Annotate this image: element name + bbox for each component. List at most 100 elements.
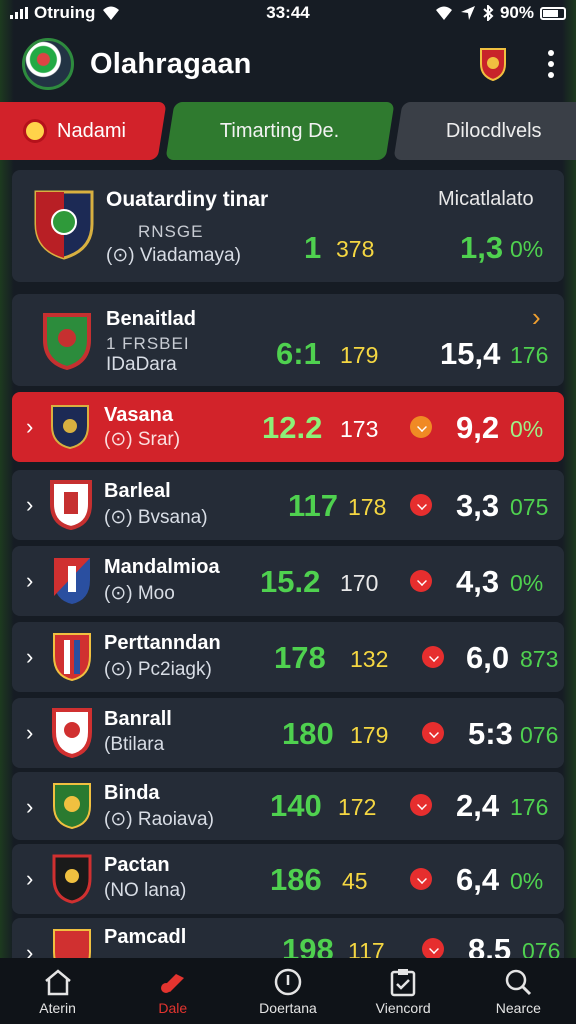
team-crest-icon	[52, 854, 92, 904]
percent-value: 176	[510, 342, 549, 368]
table-row[interactable]: › Pactan (NO lana) 186 45 6,4 0%	[12, 844, 564, 914]
trophy-icon	[22, 119, 47, 143]
status-bar: Otruing 33:44 90%	[0, 0, 576, 26]
table-row[interactable]: Benaitlad 1 FRSBEI IDaDara › 6:1 179 15,…	[12, 294, 564, 386]
chevron-right-icon[interactable]: ›	[532, 302, 541, 333]
nav-dale[interactable]: Dale	[123, 967, 223, 1016]
percent-value: 0%	[510, 868, 544, 894]
table-row[interactable]: › Banrall (Btilara 180 179 5:3 076	[12, 698, 564, 768]
team-name: Benaitlad	[106, 308, 197, 330]
trend-indicator-icon	[410, 794, 432, 816]
score-value: 178	[274, 640, 326, 675]
chevron-right-icon: ›	[26, 492, 34, 517]
team-sub: (⊙) Moo	[104, 583, 175, 604]
points-value: 178	[348, 494, 387, 520]
score-value: 12.2	[262, 410, 323, 445]
team-crest-icon	[53, 783, 91, 830]
battery-percent: 90%	[499, 3, 534, 22]
ratio-value: 15,4	[440, 336, 501, 371]
team-crest-icon	[50, 480, 92, 530]
nav-label: Viencord	[375, 999, 431, 1016]
ratio-value: 2,4	[456, 788, 500, 823]
tab-dilocdlvels[interactable]: Dilocdlvels	[393, 102, 576, 160]
chevron-right-icon: ›	[26, 794, 34, 819]
table-row[interactable]: › Barleal (⊙) Bvsana) 117 178 3,3 075	[12, 470, 564, 540]
nav-label: Doertana	[259, 999, 317, 1016]
score-value: 186	[270, 862, 322, 897]
wifi-icon	[103, 6, 120, 20]
team-crest-icon	[51, 405, 89, 450]
ratio-value: 6,4	[456, 862, 500, 897]
percent-value: 076	[520, 722, 559, 748]
points-value: 378	[336, 236, 375, 262]
app-screen: Otruing 33:44 90% Olahragaan Nadami Tima…	[0, 0, 576, 1024]
team-crest-icon	[53, 633, 91, 682]
trend-indicator-icon	[422, 646, 444, 668]
percent-value: 873	[520, 646, 559, 672]
percent-value: 176	[510, 794, 549, 820]
column-label: Micatlalato	[438, 188, 534, 210]
nav-label: Aterin	[39, 999, 76, 1016]
tab-nadami[interactable]: Nadami	[0, 102, 167, 160]
percent-value: 075	[510, 494, 549, 520]
nav-search[interactable]: Nearce	[468, 967, 568, 1016]
score-value: 140	[270, 788, 322, 823]
nav-doertana[interactable]: Doertana	[238, 967, 338, 1016]
team-sub: (⊙) Bvsana)	[104, 507, 208, 528]
carrier-label: Otruing	[34, 3, 96, 22]
whistle-icon	[157, 967, 189, 997]
team-sub: (Btilara	[104, 734, 165, 755]
percent-value: 0%	[510, 236, 544, 262]
team-name: Binda	[104, 782, 160, 804]
team-meta: 1 FRSBEI	[106, 334, 190, 353]
tab-bar: Nadami Timarting De. Dilocdlvels	[0, 102, 576, 160]
table-row[interactable]: › Binda (⊙) Raoiava) 140 172 2,4 176	[12, 772, 564, 840]
points-value: 179	[350, 722, 389, 748]
location-icon	[460, 6, 475, 20]
trend-indicator-icon	[410, 494, 432, 516]
points-value: 170	[340, 570, 379, 596]
percent-value: 0%	[510, 416, 544, 442]
points-value: 172	[338, 794, 377, 820]
score-value: 1	[304, 230, 322, 265]
team-sub: (⊙) Raoiava)	[104, 809, 214, 830]
trend-indicator-icon	[422, 722, 444, 744]
table-row-selected[interactable]: › Vasana (⊙) Srar) 12.2 173 9,2 0%	[12, 392, 564, 462]
team-name: Pamcadl	[104, 926, 187, 948]
ratio-value: 6,0	[466, 640, 510, 675]
more-menu-icon[interactable]	[548, 50, 554, 78]
ratio-value: 3,3	[456, 488, 500, 523]
ratio-value: 5:3	[468, 716, 513, 751]
tab-timarting[interactable]: Timarting De.	[165, 102, 395, 160]
ratio-value: 1,3	[460, 230, 504, 265]
page-title: Olahragaan	[90, 47, 252, 80]
table-row[interactable]: › Perttanndan (⊙) Pc2iagk) 178 132 6,0 8…	[12, 622, 564, 692]
nav-viencord[interactable]: Viencord	[353, 967, 453, 1016]
team-meta: RNSGE	[138, 222, 204, 241]
featured-card[interactable]: Ouatardiny tinar RNSGE (⊙) Viadamaya) Mi…	[12, 170, 564, 282]
team-name: Perttanndan	[104, 632, 221, 654]
wifi-icon-right	[435, 6, 452, 20]
search-icon	[502, 967, 534, 997]
team-sub: IDaDara	[106, 354, 177, 375]
ratio-value: 9,2	[456, 410, 500, 445]
team-sub: (NO lana)	[104, 880, 187, 901]
team-name: Barleal	[104, 480, 171, 502]
club-crest-icon[interactable]	[478, 46, 508, 82]
points-value: 45	[342, 868, 368, 894]
clipboard-icon	[387, 967, 419, 997]
table-row[interactable]: › Mandalmioa (⊙) Moo 15.2 170 4,3 0%	[12, 546, 564, 616]
ball-icon	[272, 967, 304, 997]
score-value: 6:1	[276, 336, 321, 371]
signal-icon	[10, 7, 28, 19]
chevron-right-icon: ›	[26, 414, 34, 439]
team-sub: (⊙) Pc2iagk)	[104, 659, 212, 680]
avatar[interactable]	[22, 38, 74, 90]
score-value: 180	[282, 716, 334, 751]
tab-label: Timarting De.	[220, 119, 340, 142]
team-crest-icon	[54, 558, 90, 604]
percent-value: 0%	[510, 570, 544, 596]
nav-home[interactable]: Aterin	[8, 967, 108, 1016]
bluetooth-icon	[483, 5, 494, 21]
tab-label: Nadami	[56, 119, 126, 142]
